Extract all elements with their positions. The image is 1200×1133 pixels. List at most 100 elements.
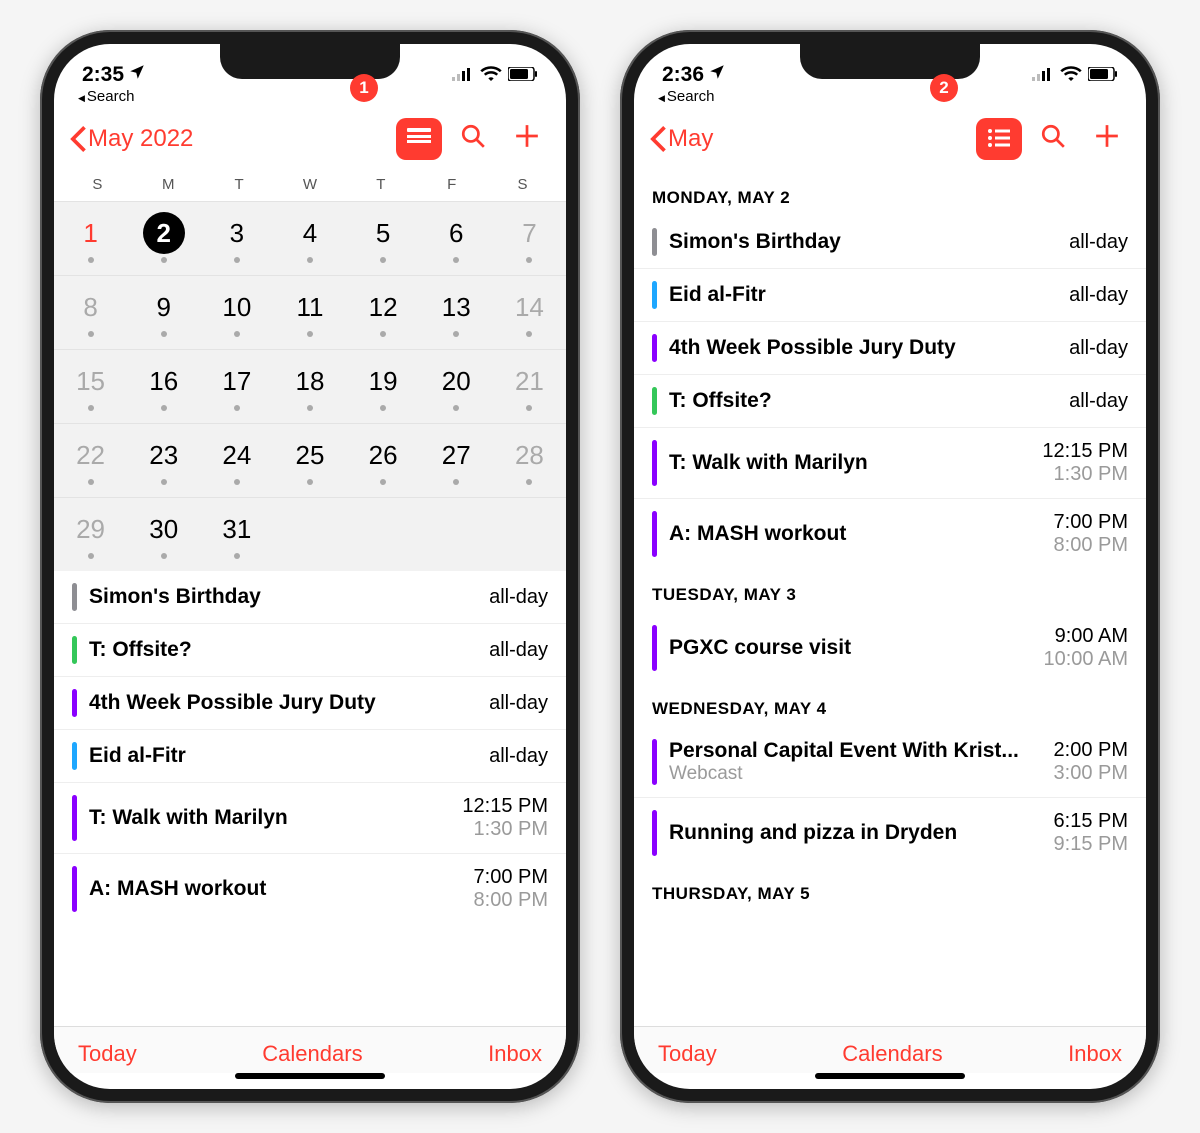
calendars-button[interactable]: Calendars [262, 1041, 362, 1067]
agenda-list[interactable]: MONDAY, MAY 2Simon's Birthdayall-dayEid … [634, 172, 1146, 1026]
calendar-day[interactable]: 5 [347, 201, 420, 275]
calendar-day[interactable]: 13 [420, 275, 493, 349]
event-title: T: Offsite? [669, 389, 1069, 413]
nav-back-button[interactable]: May 2022 [70, 125, 193, 153]
dow-label: M [133, 176, 204, 193]
nav-back-button[interactable]: May [650, 125, 713, 153]
day-events[interactable]: Simon's Birthdayall-dayT: Offsite?all-da… [54, 571, 566, 1026]
status-time: 2:36 [662, 63, 704, 87]
home-indicator[interactable] [815, 1073, 965, 1079]
cellular-icon [452, 63, 474, 87]
event-row[interactable]: Personal Capital Event With Krist...Webc… [634, 727, 1146, 798]
home-indicator[interactable] [235, 1073, 385, 1079]
calendar-day[interactable]: 8 [54, 275, 127, 349]
event-row[interactable]: PGXC course visit9:00 AM10:00 AM [634, 613, 1146, 683]
calendar-day[interactable]: 14 [493, 275, 566, 349]
calendar-day[interactable]: 22 [54, 423, 127, 497]
calendar-day[interactable]: 16 [127, 349, 200, 423]
battery-icon [508, 63, 538, 87]
calendar-day[interactable]: 21 [493, 349, 566, 423]
calendar-day[interactable]: 24 [200, 423, 273, 497]
add-event-button[interactable] [1084, 118, 1130, 160]
event-row[interactable]: A: MASH workout7:00 PM8:00 PM [54, 854, 566, 924]
calendar-day[interactable]: 30 [127, 497, 200, 571]
calendar-day[interactable]: 15 [54, 349, 127, 423]
event-row[interactable]: T: Offsite?all-day [54, 624, 566, 677]
event-row[interactable]: Eid al-Fitrall-day [54, 730, 566, 783]
nav-title: May [668, 125, 713, 153]
calendar-day[interactable]: 23 [127, 423, 200, 497]
search-button[interactable] [450, 118, 496, 160]
inbox-button[interactable]: Inbox [1068, 1041, 1122, 1067]
calendars-button[interactable]: Calendars [842, 1041, 942, 1067]
event-row[interactable]: T: Walk with Marilyn12:15 PM1:30 PM [634, 428, 1146, 499]
status-time: 2:35 [82, 63, 124, 87]
calendar-day [347, 497, 420, 571]
calendar-day[interactable]: 19 [347, 349, 420, 423]
calendar-day[interactable]: 31 [200, 497, 273, 571]
event-title: Personal Capital Event With Krist... [669, 739, 1054, 763]
calendar-day[interactable]: 26 [347, 423, 420, 497]
calendar-day[interactable]: 7 [493, 201, 566, 275]
bottom-toolbar: Today Calendars Inbox [54, 1026, 566, 1073]
calendar-day [420, 497, 493, 571]
screen-left: 1 2:35 Search May 2022 [54, 44, 566, 1089]
event-time: 12:15 PM1:30 PM [462, 795, 548, 841]
calendar-grid[interactable]: 1234567891011121314151617181920212223242… [54, 201, 566, 571]
calendar-day[interactable]: 2 [127, 201, 200, 275]
event-time: all-day [489, 586, 548, 609]
inbox-button[interactable]: Inbox [488, 1041, 542, 1067]
event-row[interactable]: 4th Week Possible Jury Dutyall-day [54, 677, 566, 730]
event-title: Simon's Birthday [669, 230, 1069, 254]
event-title: A: MASH workout [89, 877, 474, 901]
calendar-day[interactable]: 12 [347, 275, 420, 349]
calendar-day[interactable]: 11 [273, 275, 346, 349]
event-row[interactable]: T: Offsite?all-day [634, 375, 1146, 428]
calendar-day[interactable]: 25 [273, 423, 346, 497]
search-button[interactable] [1030, 118, 1076, 160]
calendar-day[interactable]: 20 [420, 349, 493, 423]
event-row[interactable]: Eid al-Fitrall-day [634, 269, 1146, 322]
calendar-day[interactable]: 10 [200, 275, 273, 349]
event-title: A: MASH workout [669, 522, 1054, 546]
notch [220, 44, 400, 79]
view-toggle-button[interactable] [396, 118, 442, 160]
phone-right: 2 2:36 Search May [620, 30, 1160, 1103]
today-button[interactable]: Today [658, 1041, 717, 1067]
dow-label: W [275, 176, 346, 193]
event-row[interactable]: Simon's Birthdayall-day [54, 571, 566, 624]
calendar-day[interactable]: 9 [127, 275, 200, 349]
section-header: THURSDAY, MAY 5 [634, 868, 1146, 912]
list-view-icon [405, 124, 433, 155]
wifi-icon [480, 63, 502, 87]
event-time: all-day [1069, 231, 1128, 254]
section-header: TUESDAY, MAY 3 [634, 569, 1146, 613]
calendar-day[interactable]: 29 [54, 497, 127, 571]
calendar-day[interactable]: 17 [200, 349, 273, 423]
event-row[interactable]: T: Walk with Marilyn12:15 PM1:30 PM [54, 783, 566, 854]
calendar-day[interactable]: 4 [273, 201, 346, 275]
event-time: all-day [1069, 390, 1128, 413]
event-row[interactable]: A: MASH workout7:00 PM8:00 PM [634, 499, 1146, 569]
calendar-day[interactable]: 18 [273, 349, 346, 423]
section-header: MONDAY, MAY 2 [634, 172, 1146, 216]
event-title: Eid al-Fitr [669, 283, 1069, 307]
calendar-day[interactable]: 28 [493, 423, 566, 497]
event-row[interactable]: Simon's Birthdayall-day [634, 216, 1146, 269]
calendar-day[interactable]: 1 [54, 201, 127, 275]
calendar-day[interactable]: 6 [420, 201, 493, 275]
search-icon [1040, 123, 1066, 156]
notification-badge: 2 [930, 74, 958, 102]
calendar-day[interactable]: 3 [200, 201, 273, 275]
calendar-day[interactable]: 27 [420, 423, 493, 497]
event-time: all-day [489, 692, 548, 715]
today-button[interactable]: Today [78, 1041, 137, 1067]
event-title: Eid al-Fitr [89, 744, 489, 768]
nav-title: May 2022 [88, 125, 193, 153]
add-event-button[interactable] [504, 118, 550, 160]
event-row[interactable]: Running and pizza in Dryden6:15 PM9:15 P… [634, 798, 1146, 868]
dow-label: T [204, 176, 275, 193]
view-toggle-button[interactable] [976, 118, 1022, 160]
event-row[interactable]: 4th Week Possible Jury Dutyall-day [634, 322, 1146, 375]
event-time: all-day [1069, 284, 1128, 307]
